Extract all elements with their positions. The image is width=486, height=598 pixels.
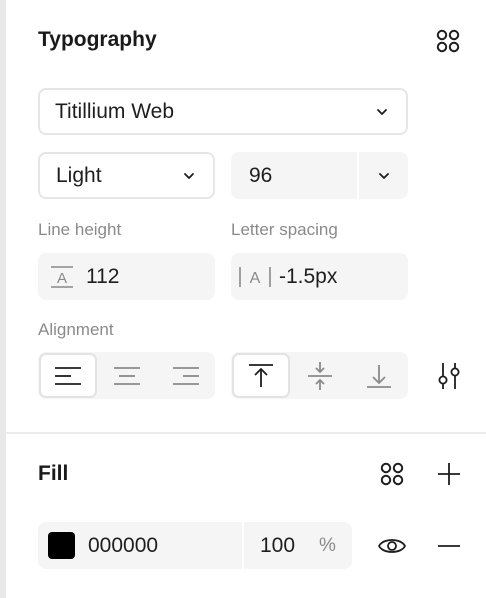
- align-right-icon: [173, 366, 199, 385]
- align-top-button[interactable]: [232, 353, 290, 398]
- horizontal-alignment-group: [38, 352, 215, 399]
- remove-fill-button[interactable]: [434, 531, 464, 561]
- svg-text:A: A: [57, 270, 67, 287]
- align-bottom-button[interactable]: [350, 353, 408, 398]
- fill-separator: [242, 522, 244, 569]
- add-fill-button[interactable]: [434, 459, 464, 489]
- align-left-icon: [55, 366, 81, 385]
- four-dots-icon: [380, 462, 404, 486]
- letter-spacing-label: Letter spacing: [231, 220, 338, 239]
- sliders-icon: [438, 363, 460, 389]
- eye-icon: [377, 539, 407, 553]
- align-center-icon: [114, 366, 140, 385]
- letter-spacing-icon: A: [239, 267, 271, 287]
- align-center-button[interactable]: [98, 353, 156, 398]
- type-settings-button[interactable]: [434, 359, 464, 393]
- fill-color-swatch[interactable]: [48, 532, 75, 559]
- align-right-button[interactable]: [157, 353, 215, 398]
- chevron-down-icon: [377, 108, 387, 115]
- font-family-value: Titillium Web: [55, 99, 175, 123]
- plus-icon: [438, 463, 460, 485]
- fill-opacity-unit: %: [319, 534, 336, 556]
- fill-hex-input[interactable]: 000000: [88, 534, 158, 558]
- toggle-visibility-button[interactable]: [376, 531, 408, 561]
- chevron-down-icon: [184, 172, 194, 179]
- font-family-dropdown[interactable]: Titillium Web: [38, 88, 408, 135]
- section-divider: [6, 432, 486, 434]
- alignment-label: Alignment: [38, 320, 114, 339]
- svg-text:A: A: [250, 270, 261, 287]
- fill-title: Fill: [38, 462, 69, 485]
- typography-title: Typography: [38, 28, 157, 51]
- line-height-icon: A: [51, 266, 73, 288]
- align-bottom-icon: [367, 364, 391, 388]
- font-size-input[interactable]: 96: [249, 164, 272, 188]
- font-weight-value: Light: [56, 163, 102, 187]
- typography-styles-button[interactable]: [432, 26, 464, 56]
- line-height-input: 112: [86, 264, 120, 288]
- line-height-label: Line height: [38, 220, 122, 239]
- line-height-field[interactable]: A 112: [38, 253, 215, 300]
- fill-opacity-input[interactable]: 100: [260, 534, 295, 558]
- chevron-down-icon: [378, 172, 389, 179]
- minus-icon: [438, 545, 460, 547]
- font-size-field: 96: [231, 152, 408, 199]
- font-size-dropdown-button[interactable]: [359, 152, 408, 199]
- font-weight-dropdown[interactable]: Light: [38, 152, 215, 199]
- letter-spacing-field[interactable]: A -1.5px: [231, 253, 408, 300]
- align-left-button[interactable]: [39, 353, 97, 398]
- vertical-alignment-group: [231, 352, 408, 399]
- fill-row: 000000 100 %: [38, 522, 352, 569]
- panel-left-border: [0, 0, 6, 598]
- four-dots-icon: [436, 29, 460, 53]
- fill-styles-button[interactable]: [376, 459, 408, 489]
- align-top-icon: [249, 363, 273, 387]
- align-middle-icon: [308, 361, 332, 390]
- align-middle-button[interactable]: [291, 353, 349, 398]
- letter-spacing-input: -1.5px: [279, 264, 338, 288]
